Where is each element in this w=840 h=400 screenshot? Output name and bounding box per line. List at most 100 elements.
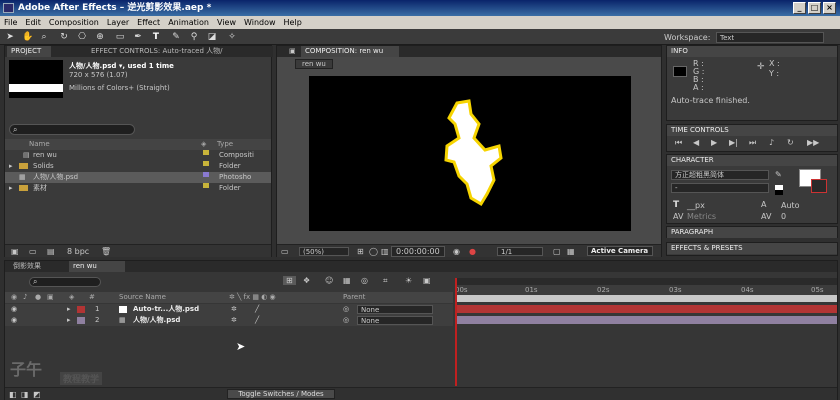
first-frame-icon[interactable]: ⏮ <box>675 138 682 148</box>
expand-arrow-icon[interactable]: ▸ <box>67 304 71 315</box>
pen-tool-icon[interactable]: ✒ <box>132 31 144 43</box>
list-item[interactable]: ▦ 人物/人物.psd Photosho <box>5 172 271 183</box>
resolution-dropdown[interactable]: 1/1 <box>497 247 543 256</box>
live-update-icon[interactable]: ▣ <box>423 276 431 285</box>
menu-view[interactable]: View <box>213 16 240 29</box>
puppet-tool-icon[interactable]: ✧ <box>226 31 238 43</box>
new-composition-icon[interactable]: ▤ <box>47 247 55 256</box>
camera-tool-icon[interactable]: ⎔ <box>76 31 88 43</box>
tab-character[interactable]: CHARACTER <box>667 155 837 166</box>
work-area-bar[interactable] <box>455 278 837 285</box>
font-size-value[interactable]: __px <box>687 201 705 210</box>
menu-composition[interactable]: Composition <box>45 16 103 29</box>
eyedropper-icon[interactable]: ✎ <box>775 170 782 179</box>
rectangle-tool-icon[interactable]: ▭ <box>114 31 126 43</box>
graph-editor-icon[interactable]: ⌗ <box>383 276 388 286</box>
next-frame-icon[interactable]: ▶| <box>729 138 738 147</box>
menu-window[interactable]: Window <box>240 16 280 29</box>
pan-behind-tool-icon[interactable]: ⊕ <box>94 31 106 43</box>
col-name[interactable]: Name <box>29 139 50 150</box>
audio-icon[interactable]: ♪ <box>769 138 774 147</box>
ram-preview-icon[interactable]: ▶▶ <box>807 138 819 147</box>
comp-mini-flowchart-icon[interactable]: ⊞ <box>283 276 296 285</box>
layer-label-color[interactable] <box>77 317 85 324</box>
list-item[interactable]: ▸ 素材 Folder <box>5 183 271 194</box>
col-type[interactable]: Type <box>217 139 233 150</box>
interpret-footage-icon[interactable]: ▣ <box>11 247 19 256</box>
switch-quality-icon[interactable]: ╱ <box>255 315 259 326</box>
tab-paragraph[interactable]: PARAGRAPH <box>667 227 837 238</box>
layer-name[interactable]: 人物/人物.psd <box>133 315 180 326</box>
tab-effect-controls[interactable]: EFFECT CONTROLS: Auto-traced 人物/ <box>87 46 257 57</box>
brainstorm-icon[interactable]: ☀ <box>405 276 412 285</box>
menu-layer[interactable]: Layer <box>103 16 133 29</box>
table-row[interactable]: ◉ ▸ 1 Auto-tr...人物.psd ✲ ╱ ◎ None <box>5 304 453 315</box>
toggle-switches-modes-button[interactable]: Toggle Switches / Modes <box>227 389 335 399</box>
lock-icon[interactable]: ▣ <box>289 47 296 55</box>
switch-collapse-icon[interactable]: ✲ <box>231 315 237 326</box>
expand-arrow-icon[interactable]: ▸ <box>9 161 13 172</box>
type-tool-icon[interactable]: T <box>150 31 162 43</box>
in-out-icon[interactable]: ◩ <box>33 390 41 399</box>
frame-blending-icon[interactable]: ▦ <box>343 276 351 285</box>
stroke-color-swatch[interactable] <box>811 179 827 193</box>
project-search-input[interactable] <box>9 124 135 135</box>
layer-label-color[interactable] <box>77 306 85 313</box>
maximize-button[interactable]: □ <box>808 2 821 14</box>
trash-icon[interactable]: 🗑 <box>101 247 111 256</box>
list-item[interactable]: ▤ ren wu Compositi <box>5 150 271 161</box>
always-preview-icon[interactable]: ▭ <box>281 247 289 256</box>
pickwhip-icon[interactable]: ◎ <box>343 315 349 326</box>
font-style-dropdown[interactable]: - <box>671 183 769 193</box>
black-swatch[interactable] <box>775 190 783 195</box>
col-source-name[interactable]: Source Name <box>119 292 166 303</box>
minimize-button[interactable]: _ <box>793 2 806 14</box>
grid-icon[interactable]: ⊞ <box>357 247 364 256</box>
leading-value[interactable]: Auto <box>781 201 800 210</box>
shy-icon[interactable]: ☺ <box>325 276 333 285</box>
bit-depth-button[interactable]: 8 bpc <box>67 247 89 256</box>
switch-quality-icon[interactable]: ╱ <box>255 304 259 315</box>
rotate-tool-icon[interactable]: ↻ <box>58 31 70 43</box>
zoom-tool-icon[interactable]: ⌕ <box>38 31 50 43</box>
table-row[interactable]: ◉ ▸ 2 ▦ 人物/人物.psd ✲ ╱ ◎ None <box>5 315 453 326</box>
menu-file[interactable]: File <box>0 16 21 29</box>
selection-tool-icon[interactable]: ➤ <box>4 31 16 43</box>
loop-icon[interactable]: ↻ <box>787 138 794 147</box>
parent-dropdown[interactable]: None <box>357 316 433 325</box>
workspace-dropdown[interactable]: Text <box>716 32 824 43</box>
list-item[interactable]: ▸ Solids Folder <box>5 161 271 172</box>
kerning-value[interactable]: Metrics <box>687 212 716 221</box>
parent-dropdown[interactable]: None <box>357 305 433 314</box>
comp-subtab[interactable]: ren wu <box>295 59 333 69</box>
tab-timeline-1[interactable]: 倒影效果 <box>9 261 59 272</box>
eraser-tool-icon[interactable]: ◪ <box>206 31 218 43</box>
clone-stamp-tool-icon[interactable]: ⚲ <box>188 31 200 43</box>
tab-timeline-2[interactable]: ren wu <box>69 261 125 272</box>
tab-time-controls[interactable]: TIME CONTROLS <box>667 125 837 136</box>
new-folder-icon[interactable]: ▭ <box>29 247 37 256</box>
expand-arrow-icon[interactable]: ▸ <box>67 315 71 326</box>
menu-help[interactable]: Help <box>280 16 306 29</box>
playhead[interactable] <box>455 278 457 386</box>
close-button[interactable]: × <box>823 2 836 14</box>
layer-duration-bar[interactable] <box>457 305 837 313</box>
pickwhip-icon[interactable]: ◎ <box>343 304 349 315</box>
hand-tool-icon[interactable]: ✋ <box>22 31 34 43</box>
layer-name[interactable]: Auto-tr...人物.psd <box>133 304 199 315</box>
play-icon[interactable]: ▶ <box>711 138 717 147</box>
col-parent[interactable]: Parent <box>343 292 365 303</box>
camera-view-dropdown[interactable]: Active Camera <box>587 246 653 256</box>
tab-composition[interactable]: COMPOSITION: ren wu <box>301 46 399 57</box>
time-ruler[interactable]: 00s 01s 02s 03s 04s 05s <box>455 278 837 302</box>
brush-tool-icon[interactable]: ✎ <box>170 31 182 43</box>
expand-arrow-icon[interactable]: ▸ <box>9 183 13 194</box>
tab-effects-presets[interactable]: EFFECTS & PRESETS <box>667 243 837 254</box>
switch-collapse-icon[interactable]: ✲ <box>231 304 237 315</box>
composition-viewer[interactable] <box>309 76 631 231</box>
menu-effect[interactable]: Effect <box>133 16 164 29</box>
tracking-value[interactable]: 0 <box>781 212 786 221</box>
time-navigator[interactable] <box>455 295 837 302</box>
region-of-interest-icon[interactable]: ▢ <box>553 247 561 256</box>
motion-blur-icon[interactable]: ◎ <box>361 276 368 285</box>
